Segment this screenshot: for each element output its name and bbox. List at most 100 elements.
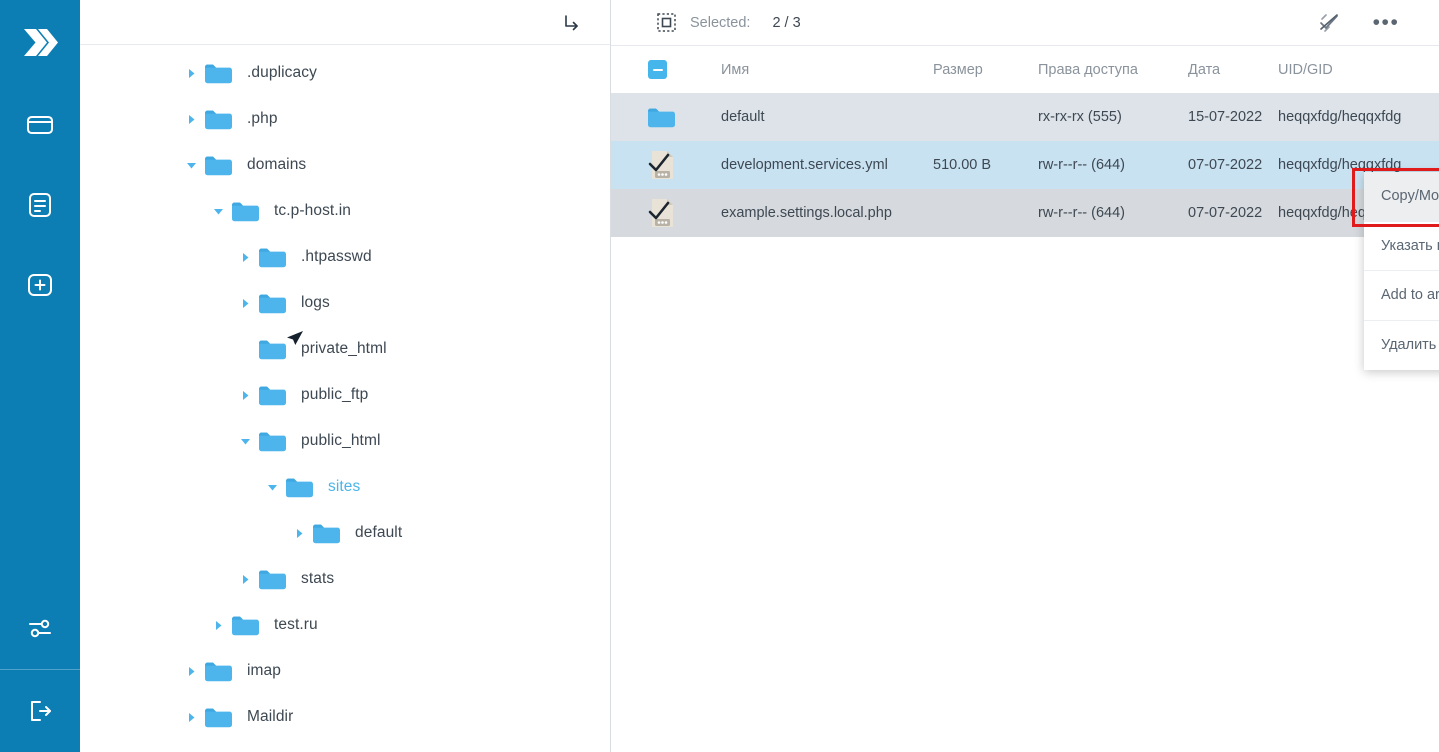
sidebar-item-logs[interactable] — [0, 165, 80, 245]
app-logo[interactable] — [0, 0, 80, 85]
chevron-right-icon[interactable] — [288, 528, 310, 539]
context-menu-item[interactable]: Указать права доступа — [1364, 222, 1439, 271]
folder-icon — [259, 248, 286, 267]
tree-node-label: sites — [328, 478, 361, 495]
more-options-button[interactable]: ••• — [1369, 6, 1403, 40]
sidebar-item-file-manager[interactable] — [0, 85, 80, 165]
tree-node--duplicacy[interactable]: .duplicacy — [80, 50, 610, 96]
file-rows: default rx-rx-rx (555) 15-07-2022 heqqxfdg/… — [611, 93, 1439, 752]
cell-date: 15-07-2022 — [1188, 109, 1263, 125]
tree-node-label: .php — [247, 110, 278, 127]
cell-date: 07-07-2022 — [1188, 205, 1263, 221]
context-menu-item[interactable]: Add to archive — [1364, 271, 1439, 321]
file-list-toolbar: Selected: 2 / 3 ••• — [611, 0, 1439, 45]
tree-folder-icon — [205, 109, 235, 130]
tree-node-label: test.ru — [274, 616, 318, 633]
chevron-right-icon[interactable] — [180, 712, 202, 723]
row-icon-cell[interactable] — [611, 149, 721, 181]
tree-folder-icon — [205, 661, 235, 682]
tree-node-private-html[interactable]: private_html — [80, 326, 610, 372]
enter-directory-button[interactable] — [554, 5, 588, 39]
tree-node-logs[interactable]: logs — [80, 280, 610, 326]
sidebar-item-settings[interactable] — [0, 589, 80, 669]
folder-icon — [205, 64, 232, 83]
selection-marquee-icon[interactable] — [657, 13, 676, 32]
select-all-checkbox-cell — [611, 60, 721, 79]
select-all-checkbox[interactable] — [648, 60, 667, 79]
folder-icon — [205, 156, 232, 175]
folder-icon — [286, 478, 313, 497]
file-list-panel: Selected: 2 / 3 ••• Имя Размер Права дос… — [611, 0, 1439, 752]
tree-node-stats[interactable]: stats — [80, 556, 610, 602]
cell-uid-gid: heqqxfdg/heqqxfdg — [1278, 157, 1402, 173]
context-menu-item[interactable]: Copy/Move to... — [1364, 172, 1439, 222]
table-row[interactable]: example.settings.local.php rw-r--r-- (644… — [611, 189, 1439, 237]
context-menu[interactable]: Copy/Move to...Указать права доступаAdd … — [1364, 172, 1439, 370]
folder-icon — [27, 116, 53, 134]
cell-permissions: rw-r--r-- (644) — [1038, 157, 1125, 173]
tree-node-test-ru[interactable]: test.ru — [80, 602, 610, 648]
tree-folder-icon — [259, 431, 289, 452]
indeterminate-dash-icon — [652, 68, 663, 71]
tree-node-sites[interactable]: sites — [80, 464, 610, 510]
chevron-right-icon[interactable] — [207, 620, 229, 631]
chevron-down-icon[interactable] — [234, 436, 256, 447]
deselect-all-button[interactable] — [1313, 6, 1347, 40]
sidebar-item-create-new[interactable] — [0, 245, 80, 325]
chevron-right-icon[interactable] — [234, 298, 256, 309]
table-row[interactable]: default rx-rx-rx (555) 15-07-2022 heqqxfdg/… — [611, 93, 1439, 141]
tree-node-label: stats — [301, 570, 335, 587]
tree-node-imap[interactable]: imap — [80, 648, 610, 694]
tree-node-maildir[interactable]: Maildir — [80, 694, 610, 740]
chevron-right-icon[interactable] — [180, 666, 202, 677]
tree-folder-icon — [232, 201, 262, 222]
sidebar-item-logout[interactable] — [0, 670, 80, 752]
cell-size: 510.00 B — [933, 157, 992, 173]
tree-node-list[interactable]: .duplicacy .php domains tc.p-host.in .htpass… — [80, 45, 610, 752]
column-header-uid-gid[interactable]: UID/GID — [1278, 62, 1439, 78]
tree-node-label: imap — [247, 662, 281, 679]
chevron-down-icon[interactable] — [180, 160, 202, 171]
folder-icon — [313, 524, 340, 543]
column-header-permissions[interactable]: Права доступа — [1038, 62, 1188, 78]
folder-icon — [259, 294, 286, 313]
tree-node-label: .htpasswd — [301, 248, 372, 265]
column-header-name[interactable]: Имя — [721, 62, 933, 78]
context-menu-item[interactable]: Удалить — [1364, 321, 1439, 371]
tree-node-tc-p-host-in[interactable]: tc.p-host.in — [80, 188, 610, 234]
chevron-down-icon[interactable] — [207, 206, 229, 217]
file-list-header: Имя Размер Права доступа Дата UID/GID — [611, 45, 1439, 93]
chevron-right-icon[interactable] — [180, 68, 202, 79]
folder-icon — [232, 202, 259, 221]
chevron-down-icon[interactable] — [261, 482, 283, 493]
folder-icon — [205, 708, 232, 727]
chevron-right-icon[interactable] — [234, 574, 256, 585]
tree-node-public-html[interactable]: public_html — [80, 418, 610, 464]
cell-name: default — [721, 109, 765, 125]
tree-folder-icon — [259, 385, 289, 406]
plus-square-icon — [28, 274, 52, 296]
more-horizontal-icon: ••• — [1372, 10, 1400, 34]
column-header-size[interactable]: Размер — [933, 62, 1038, 78]
tree-node-public-ftp[interactable]: public_ftp — [80, 372, 610, 418]
chevron-right-icon[interactable] — [234, 390, 256, 401]
tree-folder-icon — [205, 155, 235, 176]
chevron-right-icon[interactable] — [234, 252, 256, 263]
tree-node--php[interactable]: .php — [80, 96, 610, 142]
cell-uid-gid: heqqxfdg/heqqxfdg — [1278, 109, 1402, 125]
chevron-right-icon[interactable] — [180, 114, 202, 125]
selected-label: Selected: — [690, 14, 751, 31]
row-icon-cell[interactable] — [611, 197, 721, 229]
row-icon-cell[interactable] — [611, 107, 721, 128]
column-header-date[interactable]: Дата — [1188, 62, 1278, 78]
tree-node-label: private_html — [301, 340, 387, 357]
tree-node--htpasswd[interactable]: .htpasswd — [80, 234, 610, 280]
cell-date: 07-07-2022 — [1188, 157, 1263, 173]
folder-icon — [648, 108, 675, 127]
folder-icon — [259, 340, 286, 359]
tree-folder-icon — [313, 523, 343, 544]
table-row[interactable]: development.services.yml 510.00 B rw-r--r-… — [611, 141, 1439, 189]
file-checked-icon — [648, 199, 673, 227]
tree-node-domains[interactable]: domains — [80, 142, 610, 188]
tree-node-default[interactable]: default — [80, 510, 610, 556]
